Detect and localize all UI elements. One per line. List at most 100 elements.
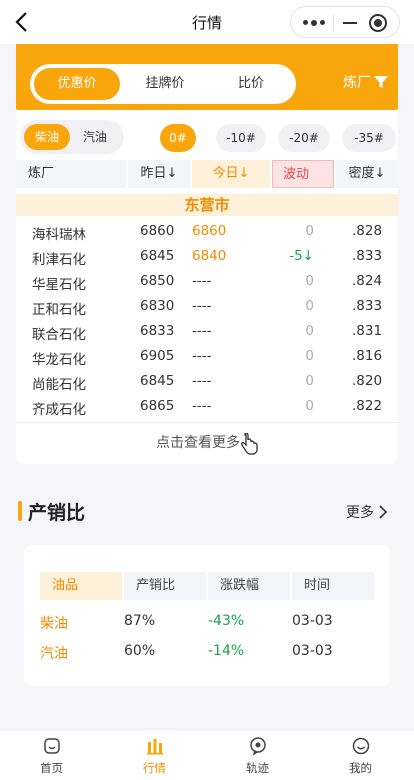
- col-today[interactable]: 今日↓: [192, 160, 270, 188]
- refinery-filter-label: 炼厂: [343, 75, 371, 91]
- price-header: 优惠价 挂牌价 比价 炼厂: [16, 44, 398, 110]
- tab-market[interactable]: 行情: [103, 730, 206, 780]
- table-row[interactable]: 海科瑞林 6860 6860 0 .828: [16, 220, 398, 245]
- table-row[interactable]: 利津石化 6845 6840 -5↓ .833: [16, 245, 398, 270]
- table-row[interactable]: 汽油 60% -14% 03-03: [24, 637, 390, 665]
- tab-mine[interactable]: 我的: [309, 730, 412, 780]
- density: .816: [352, 348, 383, 364]
- yesterday-price: 6905: [140, 348, 175, 364]
- yesterday-price: 6865: [140, 398, 175, 414]
- col-change[interactable]: 波动: [272, 160, 334, 188]
- tab-label: 轨迹: [246, 761, 269, 775]
- density: .822: [352, 398, 383, 414]
- refinery-filter-button[interactable]: 炼厂: [343, 72, 388, 92]
- price-change: 0: [305, 373, 314, 389]
- table-row[interactable]: 柴油 87% -43% 03-03: [24, 607, 390, 635]
- production-sales-card: 油品 产销比 涨跌幅 时间 柴油 87% -43% 03-03 汽油 60% -…: [24, 545, 390, 686]
- yesterday-price: 6845: [140, 373, 175, 389]
- grade-minus35[interactable]: -35#: [342, 124, 396, 152]
- today-price: ----: [192, 323, 212, 339]
- table-row[interactable]: 华龙石化 6905 ---- 0 .816: [16, 345, 398, 370]
- track-icon: [250, 737, 266, 756]
- table-row[interactable]: 齐成石化 6865 ---- 0 .822: [16, 395, 398, 420]
- fuel-gasoline[interactable]: 汽油: [72, 124, 118, 150]
- yesterday-price: 6833: [140, 323, 175, 339]
- section-more-label: 更多: [346, 505, 374, 521]
- yesterday-price: 6850: [140, 273, 175, 289]
- yesterday-price: 6860: [140, 223, 175, 239]
- tab-discount-price[interactable]: 优惠价: [34, 68, 120, 100]
- col-refinery: 炼厂: [16, 160, 126, 188]
- table-row[interactable]: 尚能石化 6845 ---- 0 .820: [16, 370, 398, 395]
- refinery-name: 联合石化: [32, 327, 86, 343]
- price-change: 0: [305, 348, 314, 364]
- more-dots-icon[interactable]: [303, 19, 325, 26]
- minimize-icon[interactable]: [343, 22, 357, 24]
- view-more-label: 点击查看更多: [156, 435, 240, 451]
- fuel-type-toggle: 柴油 汽油: [20, 120, 124, 154]
- view-more-button[interactable]: 点击查看更多: [16, 432, 398, 455]
- tab-label: 我的: [349, 761, 372, 775]
- refinery-name: 齐成石化: [32, 402, 86, 418]
- market-icon: [147, 739, 163, 755]
- today-price: ----: [192, 273, 212, 289]
- price-change: 0: [305, 323, 314, 339]
- price-change: 0: [305, 298, 314, 314]
- refinery-name: 正和石化: [32, 302, 86, 318]
- ratio-value: 87%: [124, 613, 156, 629]
- date-value: 03-03: [292, 613, 333, 629]
- filter-funnel-icon: [374, 76, 388, 88]
- grade-0[interactable]: 0#: [160, 124, 196, 152]
- density: .824: [352, 273, 383, 289]
- chevron-right-icon: [379, 505, 388, 519]
- fuel-diesel[interactable]: 柴油: [24, 124, 70, 150]
- ratio-value: 60%: [124, 643, 156, 659]
- tab-track[interactable]: 轨迹: [206, 730, 309, 780]
- yesterday-price: 6830: [140, 298, 175, 314]
- hand-pointer-icon: [241, 433, 258, 455]
- section-accent-bar: [18, 501, 22, 521]
- refinery-name: 尚能石化: [32, 377, 86, 393]
- today-price: ----: [192, 373, 212, 389]
- profile-icon: [352, 737, 370, 755]
- mini-program-capsule: [290, 6, 400, 38]
- city-group-header: 东营市: [16, 194, 398, 216]
- product-name: 汽油: [40, 646, 68, 662]
- price-table-header: 炼厂 昨日↓ 今日↓ 波动 密度↓: [16, 160, 398, 188]
- refinery-name: 华龙石化: [32, 352, 86, 368]
- price-rows: 海科瑞林 6860 6860 0 .828 利津石化 6845 6840 -5↓…: [16, 220, 398, 420]
- tab-home[interactable]: 首页: [0, 730, 103, 780]
- change-value: -43%: [208, 613, 245, 629]
- price-change: 0: [305, 273, 314, 289]
- tab-label: 首页: [40, 761, 63, 775]
- today-price: ----: [192, 348, 212, 364]
- tab-listed-price[interactable]: 挂牌价: [122, 68, 208, 100]
- density: .820: [352, 373, 383, 389]
- bottom-tabbar: 首页 行情 轨迹 我的: [0, 729, 414, 780]
- price-type-tabs: 优惠价 挂牌价 比价: [30, 64, 296, 104]
- today-price: 6860: [192, 223, 227, 239]
- grade-minus10[interactable]: -10#: [216, 124, 266, 152]
- grade-minus20[interactable]: -20#: [278, 124, 330, 152]
- col-product: 油品: [40, 572, 122, 600]
- close-target-icon[interactable]: [369, 14, 387, 32]
- section-title: 产销比: [28, 502, 86, 524]
- top-nav: 行情: [0, 0, 414, 44]
- product-name: 柴油: [40, 616, 68, 632]
- table-row[interactable]: 联合石化 6833 ---- 0 .831: [16, 320, 398, 345]
- col-density[interactable]: 密度↓: [336, 160, 398, 188]
- density: .833: [352, 248, 383, 264]
- today-price: ----: [192, 398, 212, 414]
- table-row[interactable]: 华星石化 6850 ---- 0 .824: [16, 270, 398, 295]
- tab-price-compare[interactable]: 比价: [210, 68, 292, 100]
- col-yesterday[interactable]: 昨日↓: [128, 160, 190, 188]
- section-more-link[interactable]: 更多: [346, 502, 388, 522]
- today-price: ----: [192, 298, 212, 314]
- yesterday-price: 6845: [140, 248, 175, 264]
- col-ratio: 产销比: [124, 572, 206, 600]
- refinery-name: 海科瑞林: [32, 227, 86, 243]
- density: .828: [352, 223, 383, 239]
- tab-label: 行情: [143, 761, 166, 775]
- table-row[interactable]: 正和石化 6830 ---- 0 .833: [16, 295, 398, 320]
- density: .831: [352, 323, 383, 339]
